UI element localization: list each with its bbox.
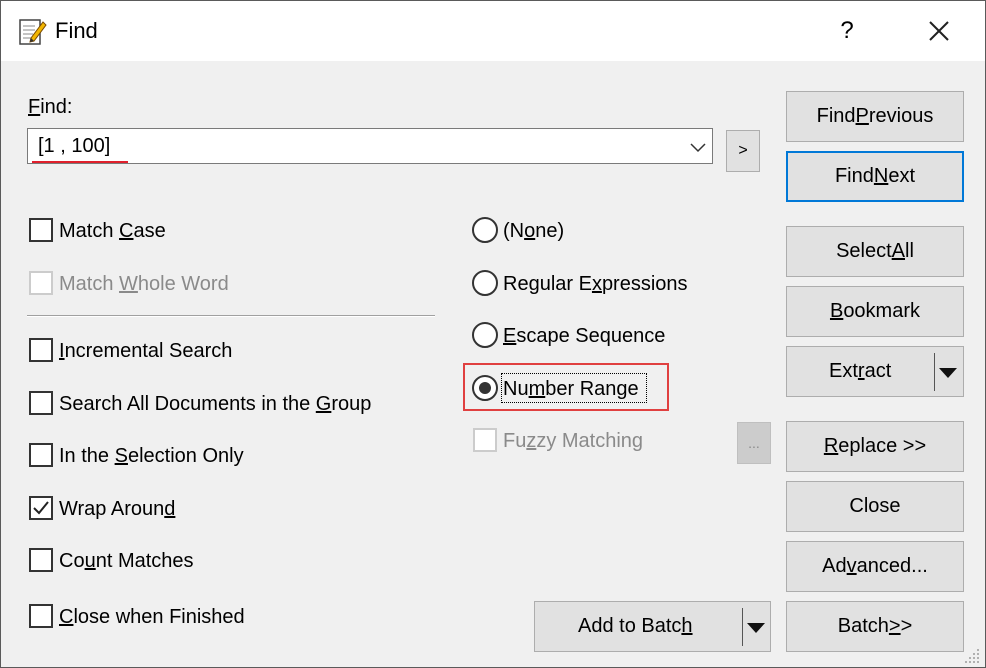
mode-number-range-radio[interactable]: [472, 375, 498, 401]
close-when-finished-label[interactable]: Close when Finished: [59, 606, 245, 629]
extract-split-button[interactable]: Ext r act: [786, 346, 964, 397]
resize-grip-icon[interactable]: [963, 647, 981, 665]
selection-only-label[interactable]: In the Selection Only: [59, 445, 244, 468]
find-dialog: Find ? Find: [1 , 100] > Match Case Matc…: [0, 0, 986, 668]
mode-escape-radio[interactable]: [472, 322, 498, 348]
add-to-batch-split-button[interactable]: Add to Batc h: [534, 601, 771, 652]
title-bar[interactable]: Find ?: [1, 1, 985, 61]
caret-down-icon[interactable]: [939, 368, 957, 378]
select-all-button[interactable]: Select All: [786, 226, 964, 277]
radio-dot-icon: [479, 382, 491, 394]
find-input[interactable]: [1 , 100]: [27, 128, 713, 164]
options-separator: [27, 315, 435, 317]
bookmark-button[interactable]: Bookmark: [786, 286, 964, 337]
find-previous-button[interactable]: Find Previous: [786, 91, 964, 142]
mode-regex-radio[interactable]: [472, 270, 498, 296]
fuzzy-matching-checkbox: [473, 428, 497, 452]
count-matches-label[interactable]: Count Matches: [59, 550, 194, 573]
extract-split-divider: [934, 353, 935, 391]
find-label: Find:: [28, 96, 73, 118]
match-whole-word-label: Match Whole Word: [59, 273, 229, 295]
fuzzy-options-button: ...: [737, 422, 771, 464]
match-case-label[interactable]: Match Case: [59, 220, 166, 243]
find-next-button[interactable]: Find Next: [786, 151, 964, 202]
mode-none-radio[interactable]: [472, 217, 498, 243]
mode-regex-label[interactable]: Regular Expressions: [503, 273, 688, 296]
spellcheck-underline: [32, 161, 128, 163]
checkmark-icon: [33, 501, 49, 515]
wrap-around-label[interactable]: Wrap Around: [59, 498, 175, 521]
incremental-search-checkbox[interactable]: [29, 338, 53, 362]
window-title: Find: [55, 18, 98, 43]
wrap-around-checkbox[interactable]: [29, 496, 53, 520]
search-all-documents-checkbox[interactable]: [29, 391, 53, 415]
selection-only-checkbox[interactable]: [29, 443, 53, 467]
caret-down-icon[interactable]: [747, 623, 765, 633]
mode-none-label[interactable]: (None): [503, 220, 564, 243]
add-to-batch-split-divider: [742, 608, 743, 646]
fuzzy-matching-label: Fuzzy Matching: [503, 430, 644, 452]
chevron-down-icon[interactable]: [688, 137, 708, 157]
replace-button[interactable]: Replace >>: [786, 421, 964, 472]
notepad-pencil-icon: [19, 19, 47, 45]
mode-escape-label[interactable]: Escape Sequence: [503, 325, 665, 348]
batch-button[interactable]: Batch > >: [786, 601, 964, 652]
help-button[interactable]: ?: [829, 13, 865, 49]
advanced-button[interactable]: Ad v anced...: [786, 541, 964, 592]
search-all-documents-label[interactable]: Search All Documents in the Group: [59, 393, 371, 416]
close-icon: [929, 21, 949, 41]
close-button[interactable]: Close: [786, 481, 964, 532]
match-whole-word-checkbox: [29, 271, 53, 295]
incremental-search-label[interactable]: Incremental Search: [59, 340, 232, 363]
close-window-button[interactable]: [919, 13, 959, 49]
mode-number-range-label[interactable]: Number Range: [503, 378, 639, 401]
count-matches-checkbox[interactable]: [29, 548, 53, 572]
find-expand-button[interactable]: >: [726, 130, 760, 172]
close-when-finished-checkbox[interactable]: [29, 604, 53, 628]
match-case-checkbox[interactable]: [29, 218, 53, 242]
find-input-value: [1 , 100]: [38, 135, 111, 157]
